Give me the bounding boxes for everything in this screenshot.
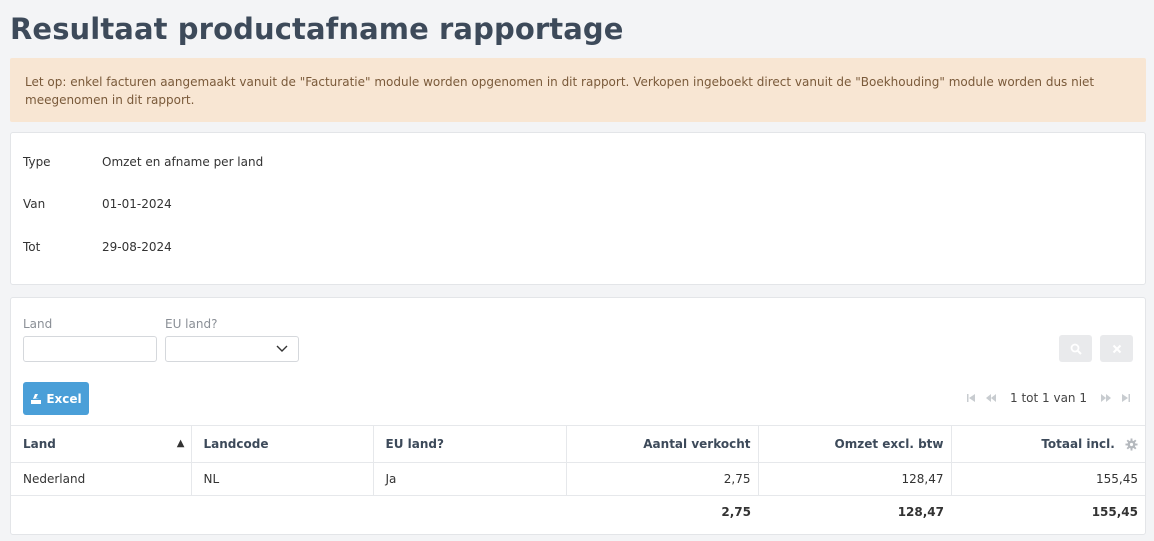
prev-page-icon[interactable]	[984, 392, 998, 404]
excel-export-icon	[31, 393, 42, 404]
table-total-row: 2,75 128,47 155,45	[11, 496, 1145, 529]
column-header-omzet[interactable]: Omzet excl. btw	[758, 425, 952, 463]
excel-button-label: Excel	[46, 391, 82, 406]
info-label: Van	[23, 197, 46, 211]
total-cell-landcode	[191, 496, 373, 529]
info-value: 01-01-2024	[102, 197, 172, 211]
cell-totaal: 155,45	[1096, 472, 1138, 486]
total-omzet: 128,47	[897, 505, 944, 520]
total-totaal: 155,45	[1091, 505, 1138, 520]
sort-asc-icon: ▲	[176, 438, 185, 449]
warning-alert: Let op: enkel facturen aangemaakt vanuit…	[10, 58, 1146, 122]
total-cell-eu	[373, 496, 566, 529]
info-label: Type	[23, 155, 51, 169]
column-header-eu[interactable]: EU land?	[373, 425, 567, 463]
results-table: Land ▲ Landcode EU land? Aantal verkocht…	[11, 425, 1145, 529]
results-card: Land EU land? Excel 1 tot 1 van 1 Land ▲…	[10, 297, 1146, 535]
column-header-totaal[interactable]: Totaal incl.	[951, 426, 1145, 463]
close-icon	[1112, 344, 1121, 353]
column-header-aantal[interactable]: Aantal verkocht	[566, 425, 759, 463]
cell-land: Nederland	[11, 462, 192, 496]
last-page-icon[interactable]	[1119, 392, 1133, 404]
cell-omzet: 128,47	[758, 462, 952, 496]
column-header-land[interactable]: Land ▲	[11, 425, 192, 463]
search-button[interactable]	[1059, 335, 1092, 362]
table-row[interactable]: Nederland NL Ja 2,75 128,47 155,45	[11, 462, 1145, 496]
clear-filter-button[interactable]	[1100, 335, 1133, 362]
land-filter-label: Land	[23, 317, 53, 331]
eu-filter-select[interactable]	[165, 336, 299, 362]
info-value: Omzet en afname per land	[102, 155, 264, 169]
total-cell-land	[11, 496, 191, 529]
report-info-card: Type Omzet en afname per land Van 01-01-…	[10, 132, 1146, 285]
info-label: Tot	[23, 240, 41, 254]
cell-aantal: 2,75	[566, 462, 759, 496]
gear-icon[interactable]	[1125, 438, 1138, 451]
chevron-down-icon	[276, 345, 288, 352]
land-filter-input[interactable]	[23, 336, 157, 362]
info-value: 29-08-2024	[102, 240, 172, 254]
pager-text: 1 tot 1 van 1	[1010, 391, 1087, 405]
pagination: 1 tot 1 van 1	[964, 390, 1133, 406]
first-page-icon[interactable]	[964, 392, 978, 404]
table-header-row: Land ▲ Landcode EU land? Aantal verkocht…	[11, 425, 1145, 463]
eu-filter-label: EU land?	[165, 317, 218, 331]
next-page-icon[interactable]	[1099, 392, 1113, 404]
search-icon	[1070, 343, 1082, 355]
cell-landcode: NL	[191, 462, 374, 496]
total-aantal: 2,75	[721, 505, 751, 520]
excel-export-button[interactable]: Excel	[23, 382, 89, 415]
cell-eu: Ja	[373, 462, 567, 496]
column-header-landcode[interactable]: Landcode	[191, 425, 374, 463]
page-title: Resultaat productafname rapportage	[10, 12, 624, 46]
